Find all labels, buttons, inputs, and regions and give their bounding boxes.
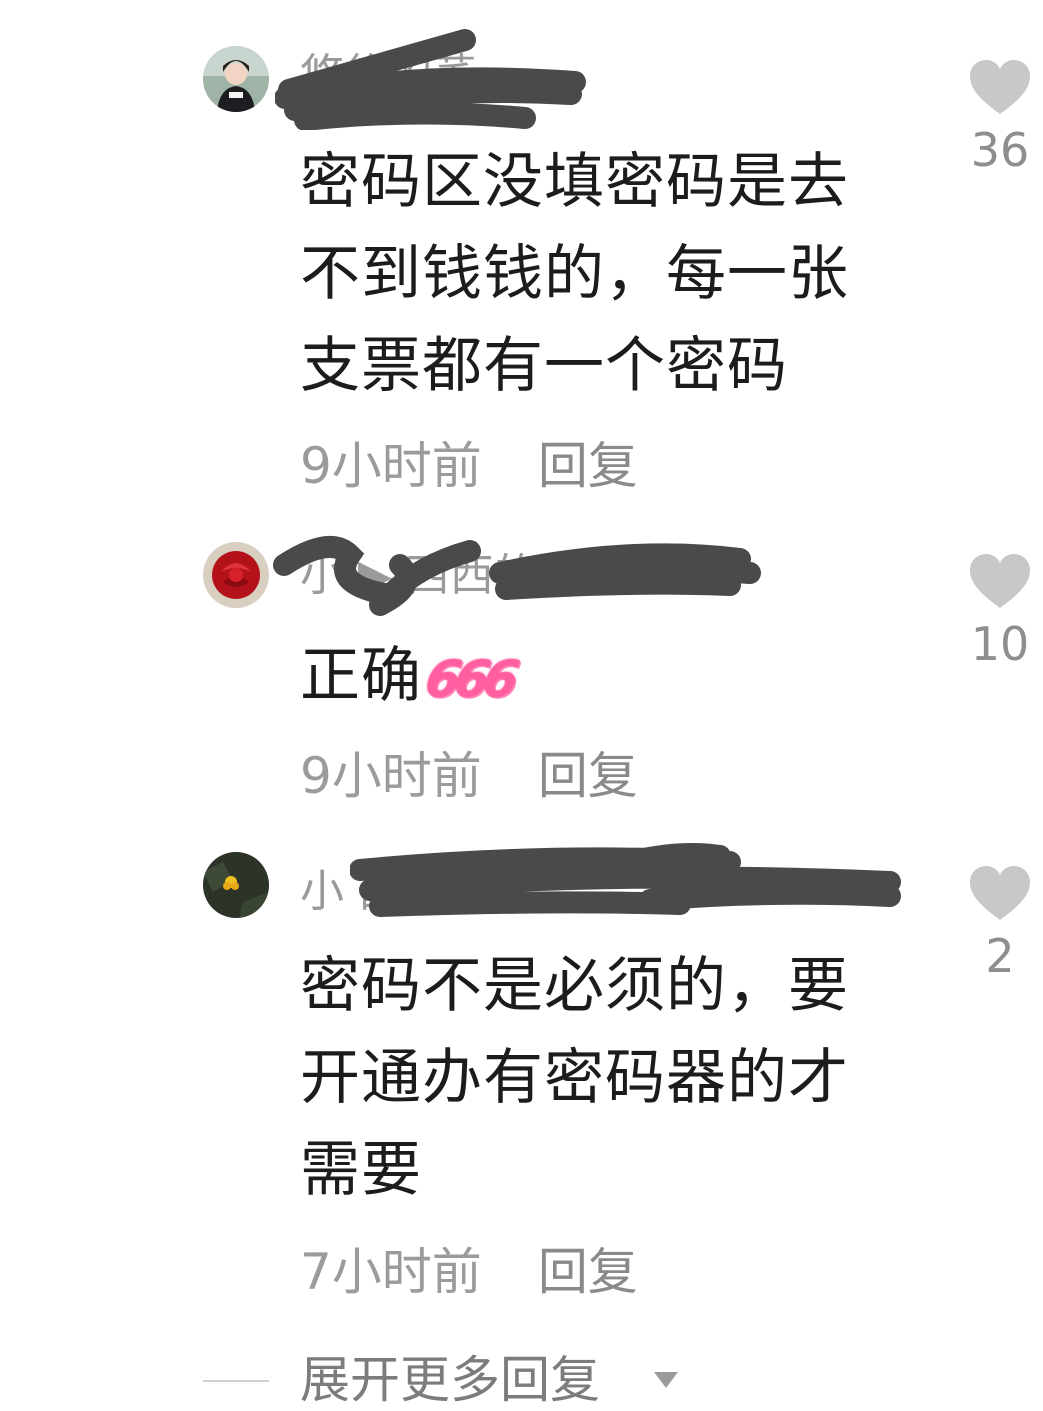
reply-button[interactable]: 回复: [538, 747, 638, 805]
comment-username[interactable]: 小 ▶ 西西的荞: [300, 546, 582, 606]
chevron-down-icon[interactable]: [652, 1370, 680, 1390]
heart-icon[interactable]: [968, 58, 1032, 116]
yellow-flower-icon: [203, 852, 269, 918]
expand-replies-button[interactable]: 展开更多回复: [0, 1350, 1043, 1410]
like-count: 2: [985, 929, 1015, 983]
comment-text-line: 开通办有密码器的才: [300, 1043, 849, 1113]
like-count: 10: [970, 617, 1030, 671]
comment-username[interactable]: 悠悠的荞: [300, 46, 476, 106]
comment-timestamp: 9小时前: [300, 747, 482, 805]
divider: [203, 1380, 269, 1382]
like-button[interactable]: 36: [960, 58, 1040, 178]
woman-portrait-icon: [203, 46, 269, 112]
heart-icon[interactable]: [968, 552, 1032, 610]
comment-text-line: 密码不是必须的，要: [300, 951, 849, 1021]
comment-text-line: 不到钱钱的，每一张: [300, 239, 849, 309]
comment-username[interactable]: 小 西西的荞: [300, 862, 534, 922]
expand-replies-label[interactable]: 展开更多回复: [300, 1350, 600, 1410]
reply-button[interactable]: 回复: [538, 437, 638, 495]
emoji-666: 666: [420, 650, 518, 709]
comment-meta: 9小时前 回复: [300, 436, 638, 496]
comment-text-content: 正确: [300, 641, 422, 711]
comment-timestamp: 7小时前: [300, 1243, 482, 1301]
heart-icon[interactable]: [968, 864, 1032, 922]
comment-text-line: 支票都有一个密码: [300, 331, 788, 401]
comment-text: 密码不是必须的，要 开通办有密码器的才 需要: [300, 940, 900, 1216]
like-button[interactable]: 10: [960, 552, 1040, 672]
red-rose-icon: [203, 542, 269, 608]
avatar[interactable]: [203, 542, 269, 608]
comment-text-line: 正确666: [300, 630, 900, 722]
avatar[interactable]: [203, 46, 269, 112]
comment-timestamp: 9小时前: [300, 437, 482, 495]
avatar[interactable]: [203, 852, 269, 918]
comment-meta: 9小时前 回复: [300, 746, 638, 806]
comment-text: 密码区没填密码是去 不到钱钱的，每一张 支票都有一个密码: [300, 136, 900, 412]
like-button[interactable]: 2: [960, 864, 1040, 984]
like-count: 36: [970, 123, 1030, 177]
comment-meta: 7小时前 回复: [300, 1242, 638, 1302]
comment-text-line: 需要: [300, 1135, 422, 1205]
comment-text: 正确666: [300, 630, 900, 722]
comment-text-line: 密码区没填密码是去: [300, 147, 849, 217]
reply-button[interactable]: 回复: [538, 1243, 638, 1301]
